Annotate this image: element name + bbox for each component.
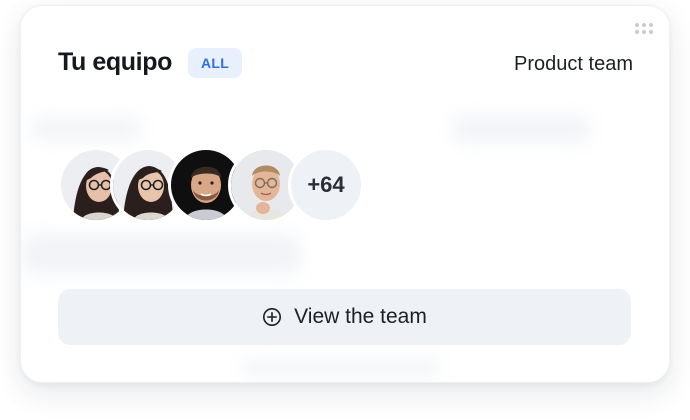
team-name[interactable]: Product team bbox=[514, 53, 633, 76]
team-card: Tu equipo ALL Product team +64 View the … bbox=[20, 5, 670, 383]
more-members-count[interactable]: +64 bbox=[288, 147, 364, 223]
drag-handle-icon[interactable] bbox=[635, 23, 653, 34]
blurred-background-text bbox=[241, 361, 441, 375]
card-title: Tu equipo bbox=[58, 48, 172, 76]
filter-badge[interactable]: ALL bbox=[188, 48, 243, 78]
plus-circle-icon bbox=[262, 307, 282, 327]
blurred-background-text bbox=[31, 118, 141, 140]
blurred-background-row bbox=[21, 234, 301, 274]
view-team-label: View the team bbox=[294, 305, 427, 328]
blurred-background-text bbox=[451, 116, 591, 142]
view-team-button[interactable]: View the team bbox=[58, 289, 631, 345]
